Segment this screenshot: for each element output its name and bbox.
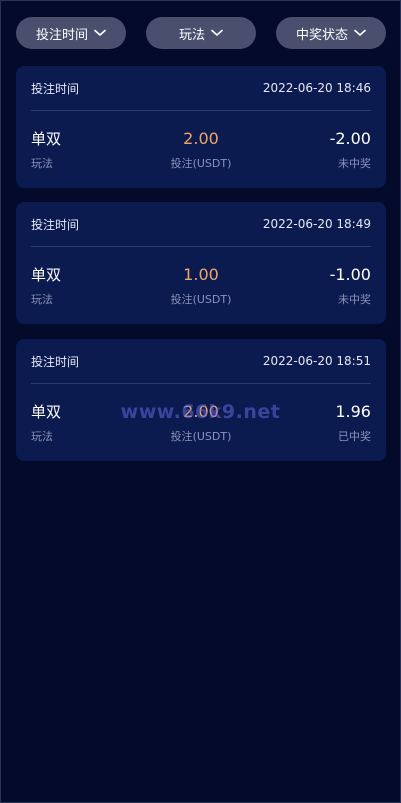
card-header: 投注时间 2022-06-20 18:51 bbox=[31, 339, 371, 384]
play-type-filter-button[interactable]: 玩法 bbox=[146, 17, 256, 49]
bet-time-value: 2022-06-20 18:51 bbox=[262, 354, 371, 368]
play-type-label: 玩法 bbox=[31, 293, 53, 306]
play-type-filter-label: 玩法 bbox=[178, 27, 205, 43]
filter-bar: 投注时间 玩法 中奖状态 bbox=[16, 17, 386, 49]
bet-time-filter-label: 投注时间 bbox=[35, 27, 88, 43]
win-status-value: 已中奖 bbox=[337, 430, 371, 443]
bet-amount-label: 投注(USDT) bbox=[170, 293, 232, 306]
card-header: 投注时间 2022-06-20 18:49 bbox=[31, 202, 371, 247]
record-labels-row: 玩法 投注(USDT) 未中奖 bbox=[31, 291, 371, 307]
win-status-value: 未中奖 bbox=[337, 293, 371, 306]
card-header: 投注时间 2022-06-20 18:46 bbox=[31, 66, 371, 111]
play-type-value: 单双 bbox=[31, 129, 62, 148]
record-labels-row: 玩法 投注(USDT) 未中奖 bbox=[31, 155, 371, 171]
win-status-value: 未中奖 bbox=[337, 157, 371, 170]
play-type-label: 玩法 bbox=[31, 157, 53, 170]
chevron-down-icon bbox=[354, 29, 366, 36]
play-type-value: 单双 bbox=[31, 265, 62, 284]
bet-amount-value: 2.00 bbox=[183, 128, 219, 148]
chevron-down-icon bbox=[211, 29, 223, 36]
bet-record-card[interactable]: 投注时间 2022-06-20 18:46 单双 2.00 -2.00 玩法 投… bbox=[16, 66, 386, 188]
win-status-filter-button[interactable]: 中奖状态 bbox=[276, 17, 386, 49]
bet-time-value: 2022-06-20 18:49 bbox=[262, 217, 371, 231]
bet-time-value: 2022-06-20 18:46 bbox=[262, 81, 371, 95]
win-status-filter-label: 中奖状态 bbox=[295, 27, 348, 43]
bet-amount-value: 1.00 bbox=[183, 264, 219, 284]
bet-time-filter-button[interactable]: 投注时间 bbox=[16, 17, 126, 49]
bet-time-label: 投注时间 bbox=[31, 354, 80, 369]
chevron-down-icon bbox=[94, 29, 106, 36]
result-amount-value: -1.00 bbox=[329, 264, 371, 284]
bet-record-card[interactable]: 投注时间 2022-06-20 18:49 单双 1.00 -1.00 玩法 投… bbox=[16, 202, 386, 324]
record-values-row: 单双 2.00 -2.00 bbox=[31, 127, 371, 149]
bet-time-label: 投注时间 bbox=[31, 81, 80, 96]
bet-record-card[interactable]: 投注时间 2022-06-20 18:51 单双 2.00 1.96 玩法 投注… bbox=[16, 339, 386, 461]
bet-time-label: 投注时间 bbox=[31, 217, 80, 232]
result-amount-value: -2.00 bbox=[329, 128, 371, 148]
site-watermark: www.66k9.net bbox=[120, 401, 281, 423]
bet-amount-label: 投注(USDT) bbox=[170, 157, 232, 170]
play-type-label: 玩法 bbox=[31, 430, 53, 443]
bet-amount-label: 投注(USDT) bbox=[170, 430, 232, 443]
record-labels-row: 玩法 投注(USDT) 已中奖 bbox=[31, 428, 371, 444]
record-values-row: 单双 1.00 -1.00 bbox=[31, 263, 371, 285]
